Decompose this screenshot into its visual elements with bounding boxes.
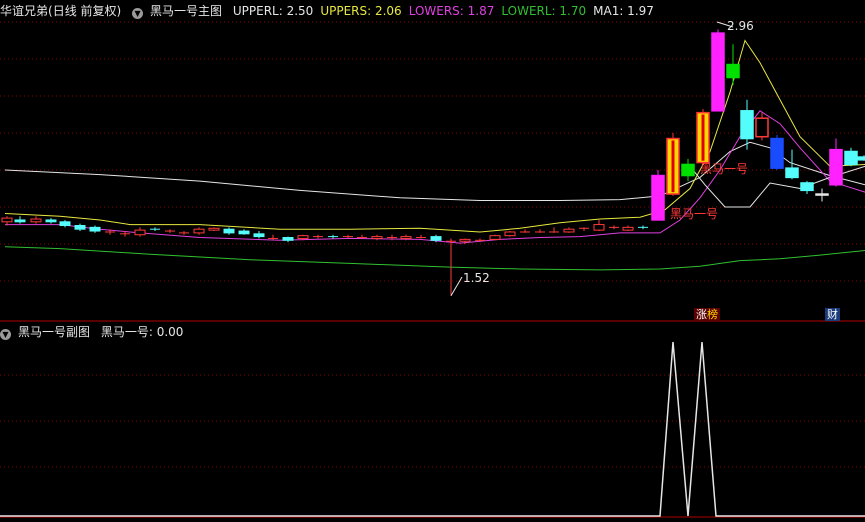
signal-candle bbox=[651, 174, 665, 221]
sub-indicator-value: 黑马一号: 0.00 bbox=[100, 325, 184, 339]
limit-up-stripe bbox=[671, 140, 675, 193]
candle-body bbox=[193, 228, 205, 234]
candle-doji bbox=[815, 193, 829, 196]
indicator-value-2: LOWERS: 1.87 bbox=[408, 4, 495, 18]
candle-body bbox=[1, 217, 13, 223]
period-label[interactable]: (日线 前复权) bbox=[48, 4, 121, 18]
kline-chart[interactable]: 2.96 1.52 黑马一号 黑马一号 bbox=[0, 0, 865, 522]
sub-indicator-line bbox=[0, 341, 865, 517]
candle-body bbox=[740, 110, 754, 140]
candle-body bbox=[208, 227, 220, 231]
stock-name[interactable]: 华谊兄弟 bbox=[0, 4, 48, 18]
candle-body bbox=[726, 63, 740, 79]
candle-body bbox=[238, 230, 250, 235]
sub-indicator-name[interactable]: 黑马一号副图 bbox=[18, 325, 90, 339]
candle-body bbox=[844, 150, 858, 166]
limit-up-badge[interactable]: 涨榜 bbox=[694, 308, 720, 321]
indicator-values: UPPERL: 2.50 UPPERS: 2.06 LOWERS: 1.87 LOWE… bbox=[233, 4, 661, 18]
candle-body bbox=[857, 156, 865, 161]
candle-body bbox=[253, 233, 265, 238]
low-price-label: 1.52 bbox=[463, 271, 490, 285]
grid-lines bbox=[0, 21, 865, 518]
candle-body bbox=[30, 218, 42, 223]
candle-body bbox=[785, 167, 799, 179]
candle-body bbox=[489, 235, 501, 240]
chevron-down-icon[interactable]: ▼ bbox=[0, 329, 11, 340]
indicator-value-4: MA1: 1.97 bbox=[593, 4, 654, 18]
indicator-value-3: LOWERL: 1.70 bbox=[501, 4, 587, 18]
candle-body bbox=[282, 237, 294, 241]
signal-label: 黑马一号 bbox=[670, 207, 718, 221]
candle-body bbox=[622, 226, 634, 231]
signal-label: 黑马一号 bbox=[700, 162, 748, 176]
candle-body bbox=[400, 236, 412, 239]
candle-body bbox=[800, 182, 814, 192]
candle-body bbox=[593, 224, 605, 231]
finance-badge[interactable]: 财 bbox=[825, 308, 840, 321]
candle-body bbox=[59, 221, 71, 227]
candle-body bbox=[74, 225, 86, 230]
limit-up-stripe bbox=[701, 114, 705, 161]
candle-body bbox=[681, 163, 695, 177]
signal-candle bbox=[711, 32, 725, 112]
candle-body bbox=[14, 219, 26, 223]
candle-body bbox=[223, 228, 235, 234]
limit-up-badge-label: 涨 bbox=[696, 308, 707, 321]
candle-body bbox=[459, 238, 471, 242]
finance-badge-label: 财 bbox=[827, 308, 838, 321]
candle-body bbox=[770, 137, 784, 169]
indicator-name[interactable]: 黑马一号主图 bbox=[150, 4, 222, 18]
low-price-pointer bbox=[450, 276, 463, 297]
indicator-value-1: UPPERS: 2.06 bbox=[320, 4, 402, 18]
lowerl-line bbox=[4, 246, 865, 271]
sub-indicator-plot bbox=[0, 341, 865, 517]
main-chart-header: 华谊兄弟(日线 前复权) ▼ 黑马一号主图 UPPERL: 2.50 UPPERS:… bbox=[0, 2, 661, 20]
candle-body bbox=[563, 228, 575, 233]
indicator-value-0: UPPERL: 2.50 bbox=[232, 4, 314, 18]
candle-body bbox=[45, 219, 57, 223]
ranking-badge-label: 榜 bbox=[707, 308, 718, 321]
sub-chart-header: ▼ 黑马一号副图 黑马一号: 0.00 bbox=[0, 323, 190, 341]
candle-body bbox=[89, 226, 101, 232]
candle-body bbox=[755, 117, 769, 138]
candle-body bbox=[504, 231, 516, 237]
candle-body bbox=[297, 235, 309, 239]
chevron-down-icon[interactable]: ▼ bbox=[132, 8, 144, 19]
signal-candle bbox=[829, 148, 843, 186]
candle-body bbox=[371, 236, 383, 239]
candle-body bbox=[430, 236, 442, 241]
candle-body bbox=[134, 229, 146, 236]
